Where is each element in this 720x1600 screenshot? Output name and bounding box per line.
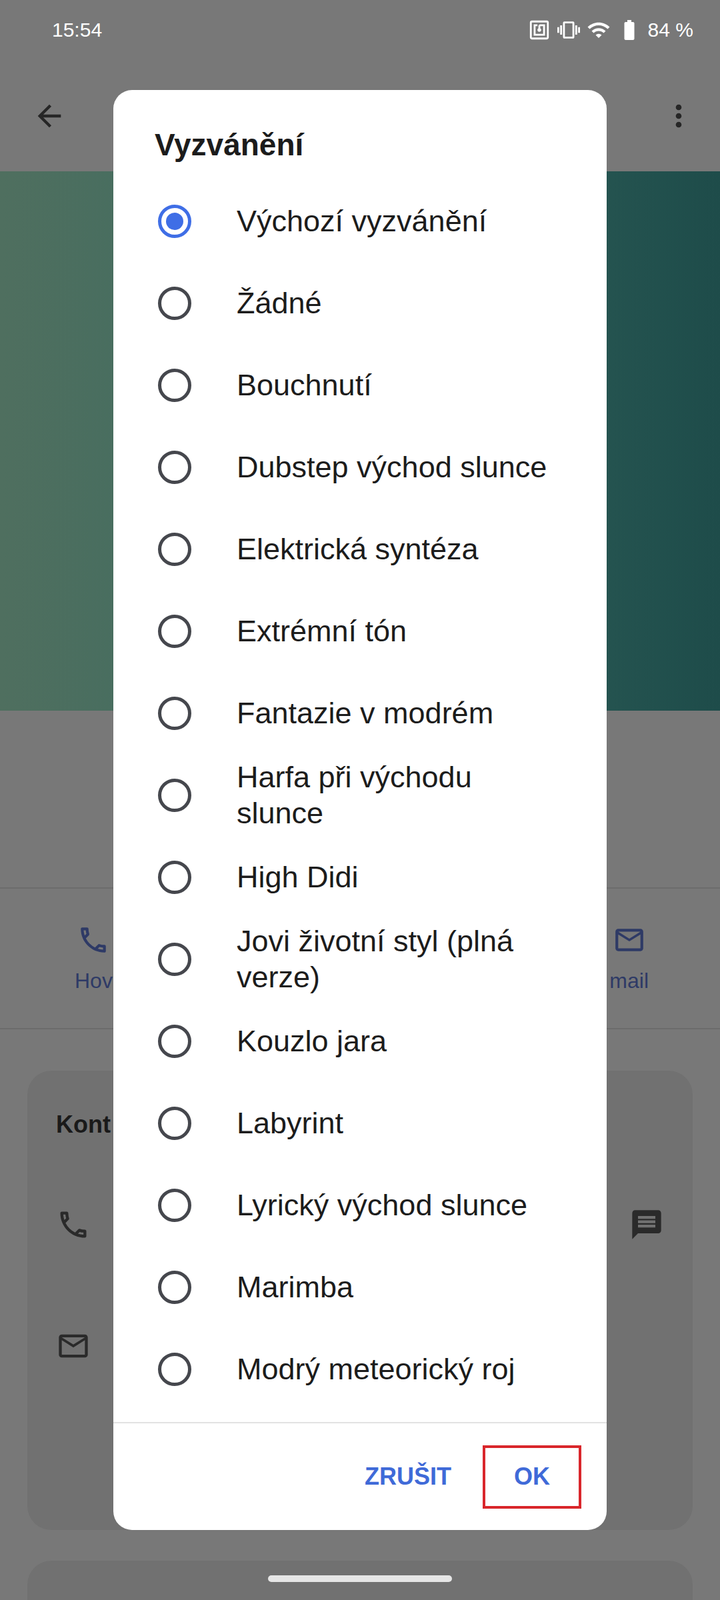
- ringtone-option[interactable]: Fantazie v modrém: [113, 672, 607, 754]
- battery-level: 84 %: [648, 18, 694, 42]
- radio-button[interactable]: [158, 1270, 192, 1304]
- radio-button[interactable]: [158, 286, 192, 320]
- ringtone-option[interactable]: Extrémní tón: [113, 590, 607, 672]
- radio-button[interactable]: [158, 450, 192, 484]
- screen: 15:5484 %HovmailKontVyzváněníVýchozí vyz…: [0, 0, 720, 1600]
- radio-button[interactable]: [158, 532, 192, 566]
- phone-icon: [56, 1207, 91, 1242]
- dialog-title: Vyzvánění: [113, 90, 607, 180]
- status-time: 15:54: [52, 18, 102, 42]
- phone-icon: [76, 923, 110, 957]
- mail-icon: [612, 923, 646, 957]
- option-label: Elektrická syntéza: [236, 531, 564, 568]
- option-label: Jovi životní styl (plná verze): [236, 923, 564, 996]
- dialog-buttons: ZRUŠITOK: [113, 1423, 607, 1530]
- option-label: Žádné: [236, 285, 564, 322]
- option-label: Dubstep východ slunce: [236, 449, 564, 486]
- option-label: Bouchnutí: [236, 367, 564, 404]
- message-icon[interactable]: [629, 1207, 664, 1242]
- action-label: Hov: [74, 968, 113, 994]
- back-arrow-icon[interactable]: [32, 98, 67, 134]
- ringtone-option[interactable]: Výchozí vyzvánění: [113, 180, 607, 262]
- option-label: Marimba: [236, 1269, 564, 1306]
- ringtone-option[interactable]: Lyrický východ slunce: [113, 1164, 607, 1246]
- radio-button[interactable]: [158, 1024, 192, 1058]
- dialog-divider: [113, 1422, 607, 1424]
- ringtone-option[interactable]: Bouchnutí: [113, 344, 607, 426]
- action-button[interactable]: Hov: [74, 923, 113, 994]
- option-label: Lyrický východ slunce: [236, 1187, 564, 1224]
- action-button[interactable]: mail: [609, 923, 649, 994]
- radio-button[interactable]: [158, 696, 192, 730]
- option-label: Extrémní tón: [236, 613, 564, 650]
- battery-icon: [617, 18, 642, 42]
- gesture-bar[interactable]: [268, 1575, 452, 1582]
- action-label: mail: [609, 968, 649, 994]
- option-label: Kouzlo jara: [236, 1023, 564, 1060]
- radio-button[interactable]: [158, 778, 192, 812]
- ringtone-option[interactable]: Dubstep východ slunce: [113, 426, 607, 508]
- more-menu-icon[interactable]: [661, 98, 696, 134]
- dialog-button[interactable]: ZRUŠIT: [333, 1445, 483, 1509]
- ringtone-option[interactable]: Elektrická syntéza: [113, 508, 607, 590]
- nfc-icon: [528, 18, 551, 42]
- option-label: Labyrint: [236, 1105, 564, 1142]
- wifi-icon: [586, 18, 611, 42]
- radio-button[interactable]: [158, 860, 192, 894]
- option-label: High Didi: [236, 859, 564, 896]
- ringtone-option[interactable]: High Didi: [113, 836, 607, 918]
- radio-button[interactable]: [158, 942, 192, 976]
- radio-button[interactable]: [158, 1352, 192, 1386]
- status-icons: 84 %: [528, 18, 694, 42]
- ringtone-option[interactable]: Modrý meteorický roj: [113, 1328, 607, 1410]
- ringtone-option[interactable]: Labyrint: [113, 1082, 607, 1164]
- radio-button[interactable]: [158, 614, 192, 648]
- status-bar: 15:54 84 %: [0, 0, 720, 60]
- ringtone-option[interactable]: Jovi životní styl (plná verze): [113, 918, 607, 1000]
- dialog-button[interactable]: OK: [482, 1445, 582, 1509]
- option-label: Fantazie v modrém: [236, 695, 564, 732]
- ringtone-dialog: Vyzvánění Výchozí vyzvánění Žádné Bouchnutí…: [113, 90, 607, 1530]
- option-label: Harfa při východu slunce: [236, 759, 564, 832]
- radio-button[interactable]: [158, 204, 192, 238]
- ringtone-option[interactable]: Žádné: [113, 262, 607, 344]
- ringtone-option[interactable]: Harfa při východu slunce: [113, 754, 607, 836]
- option-label: Modrý meteorický roj: [236, 1351, 564, 1388]
- mail-icon: [56, 1328, 91, 1364]
- ringtone-option[interactable]: Kouzlo jara: [113, 1000, 607, 1082]
- radio-dot: [166, 212, 184, 230]
- radio-button[interactable]: [158, 368, 192, 402]
- option-label: Výchozí vyzvánění: [236, 203, 564, 240]
- radio-button[interactable]: [158, 1188, 192, 1222]
- radio-button[interactable]: [158, 1106, 192, 1140]
- ringtone-list: Výchozí vyzvánění Žádné Bouchnutí Dubstep v…: [113, 180, 607, 1422]
- vibrate-icon: [557, 18, 580, 42]
- ringtone-option[interactable]: Marimba: [113, 1246, 607, 1328]
